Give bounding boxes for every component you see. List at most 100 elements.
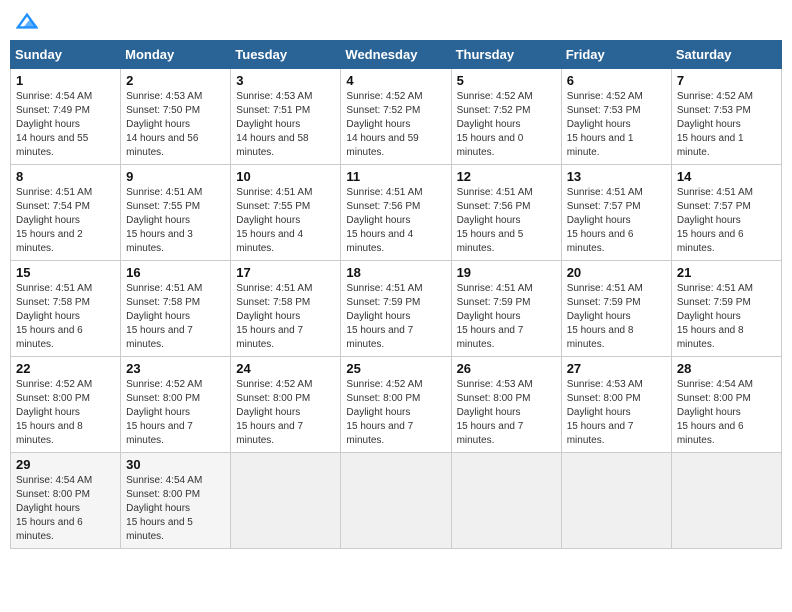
calendar-day-cell: 16 Sunrise: 4:51 AMSunset: 7:58 PMDaylig…	[121, 261, 231, 357]
page-header	[10, 10, 782, 32]
day-number: 8	[16, 169, 115, 184]
day-number: 7	[677, 73, 776, 88]
calendar-day-cell: 4 Sunrise: 4:52 AMSunset: 7:52 PMDayligh…	[341, 69, 451, 165]
day-info: Sunrise: 4:52 AMSunset: 7:53 PMDaylight …	[567, 91, 643, 158]
day-number: 24	[236, 361, 335, 376]
calendar-header-row: SundayMondayTuesdayWednesdayThursdayFrid…	[11, 41, 782, 69]
day-number: 21	[677, 265, 776, 280]
calendar-day-cell: 3 Sunrise: 4:53 AMSunset: 7:51 PMDayligh…	[231, 69, 341, 165]
day-info: Sunrise: 4:52 AMSunset: 8:00 PMDaylight …	[126, 379, 202, 446]
day-number: 29	[16, 457, 115, 472]
calendar-day-cell: 27 Sunrise: 4:53 AMSunset: 8:00 PMDaylig…	[561, 357, 671, 453]
day-number: 11	[346, 169, 445, 184]
day-number: 23	[126, 361, 225, 376]
day-info: Sunrise: 4:51 AMSunset: 7:55 PMDaylight …	[126, 187, 202, 254]
calendar-day-cell: 2 Sunrise: 4:53 AMSunset: 7:50 PMDayligh…	[121, 69, 231, 165]
day-number: 18	[346, 265, 445, 280]
calendar-day-cell: 12 Sunrise: 4:51 AMSunset: 7:56 PMDaylig…	[451, 165, 561, 261]
day-info: Sunrise: 4:54 AMSunset: 8:00 PMDaylight …	[126, 475, 202, 542]
day-info: Sunrise: 4:54 AMSunset: 7:49 PMDaylight …	[16, 91, 92, 158]
day-number: 2	[126, 73, 225, 88]
calendar-day-cell: 25 Sunrise: 4:52 AMSunset: 8:00 PMDaylig…	[341, 357, 451, 453]
calendar-day-cell: 30 Sunrise: 4:54 AMSunset: 8:00 PMDaylig…	[121, 453, 231, 549]
calendar-week-row: 29 Sunrise: 4:54 AMSunset: 8:00 PMDaylig…	[11, 453, 782, 549]
calendar-week-row: 8 Sunrise: 4:51 AMSunset: 7:54 PMDayligh…	[11, 165, 782, 261]
weekday-header-tuesday: Tuesday	[231, 41, 341, 69]
day-info: Sunrise: 4:51 AMSunset: 7:59 PMDaylight …	[346, 283, 422, 350]
day-info: Sunrise: 4:51 AMSunset: 7:58 PMDaylight …	[236, 283, 312, 350]
day-info: Sunrise: 4:52 AMSunset: 7:52 PMDaylight …	[457, 91, 533, 158]
calendar-day-cell	[231, 453, 341, 549]
calendar-day-cell: 22 Sunrise: 4:52 AMSunset: 8:00 PMDaylig…	[11, 357, 121, 453]
day-info: Sunrise: 4:53 AMSunset: 8:00 PMDaylight …	[457, 379, 533, 446]
calendar-day-cell: 14 Sunrise: 4:51 AMSunset: 7:57 PMDaylig…	[671, 165, 781, 261]
day-info: Sunrise: 4:52 AMSunset: 7:52 PMDaylight …	[346, 91, 422, 158]
calendar-week-row: 15 Sunrise: 4:51 AMSunset: 7:58 PMDaylig…	[11, 261, 782, 357]
weekday-header-wednesday: Wednesday	[341, 41, 451, 69]
calendar-day-cell: 23 Sunrise: 4:52 AMSunset: 8:00 PMDaylig…	[121, 357, 231, 453]
calendar-day-cell: 1 Sunrise: 4:54 AMSunset: 7:49 PMDayligh…	[11, 69, 121, 165]
day-number: 17	[236, 265, 335, 280]
day-number: 25	[346, 361, 445, 376]
calendar-day-cell	[561, 453, 671, 549]
calendar-day-cell: 20 Sunrise: 4:51 AMSunset: 7:59 PMDaylig…	[561, 261, 671, 357]
day-info: Sunrise: 4:52 AMSunset: 8:00 PMDaylight …	[346, 379, 422, 446]
calendar-day-cell: 13 Sunrise: 4:51 AMSunset: 7:57 PMDaylig…	[561, 165, 671, 261]
calendar-week-row: 22 Sunrise: 4:52 AMSunset: 8:00 PMDaylig…	[11, 357, 782, 453]
calendar-day-cell: 18 Sunrise: 4:51 AMSunset: 7:59 PMDaylig…	[341, 261, 451, 357]
calendar-day-cell: 19 Sunrise: 4:51 AMSunset: 7:59 PMDaylig…	[451, 261, 561, 357]
day-info: Sunrise: 4:53 AMSunset: 7:51 PMDaylight …	[236, 91, 312, 158]
day-info: Sunrise: 4:52 AMSunset: 8:00 PMDaylight …	[236, 379, 312, 446]
weekday-header-thursday: Thursday	[451, 41, 561, 69]
calendar-day-cell: 10 Sunrise: 4:51 AMSunset: 7:55 PMDaylig…	[231, 165, 341, 261]
calendar-day-cell	[671, 453, 781, 549]
day-number: 14	[677, 169, 776, 184]
day-info: Sunrise: 4:51 AMSunset: 7:56 PMDaylight …	[457, 187, 533, 254]
day-info: Sunrise: 4:53 AMSunset: 7:50 PMDaylight …	[126, 91, 202, 158]
calendar-day-cell: 11 Sunrise: 4:51 AMSunset: 7:56 PMDaylig…	[341, 165, 451, 261]
calendar-day-cell: 9 Sunrise: 4:51 AMSunset: 7:55 PMDayligh…	[121, 165, 231, 261]
day-info: Sunrise: 4:51 AMSunset: 7:57 PMDaylight …	[567, 187, 643, 254]
day-info: Sunrise: 4:52 AMSunset: 8:00 PMDaylight …	[16, 379, 92, 446]
day-info: Sunrise: 4:51 AMSunset: 7:55 PMDaylight …	[236, 187, 312, 254]
day-number: 20	[567, 265, 666, 280]
day-number: 12	[457, 169, 556, 184]
day-number: 5	[457, 73, 556, 88]
weekday-header-sunday: Sunday	[11, 41, 121, 69]
day-info: Sunrise: 4:54 AMSunset: 8:00 PMDaylight …	[16, 475, 92, 542]
day-number: 15	[16, 265, 115, 280]
day-number: 1	[16, 73, 115, 88]
day-info: Sunrise: 4:51 AMSunset: 7:59 PMDaylight …	[567, 283, 643, 350]
day-info: Sunrise: 4:51 AMSunset: 7:59 PMDaylight …	[457, 283, 533, 350]
calendar-day-cell: 24 Sunrise: 4:52 AMSunset: 8:00 PMDaylig…	[231, 357, 341, 453]
calendar-day-cell: 28 Sunrise: 4:54 AMSunset: 8:00 PMDaylig…	[671, 357, 781, 453]
calendar-day-cell: 7 Sunrise: 4:52 AMSunset: 7:53 PMDayligh…	[671, 69, 781, 165]
day-info: Sunrise: 4:51 AMSunset: 7:54 PMDaylight …	[16, 187, 92, 254]
day-number: 28	[677, 361, 776, 376]
day-number: 3	[236, 73, 335, 88]
day-number: 13	[567, 169, 666, 184]
day-info: Sunrise: 4:51 AMSunset: 7:59 PMDaylight …	[677, 283, 753, 350]
day-info: Sunrise: 4:53 AMSunset: 8:00 PMDaylight …	[567, 379, 643, 446]
weekday-header-friday: Friday	[561, 41, 671, 69]
day-number: 26	[457, 361, 556, 376]
day-info: Sunrise: 4:54 AMSunset: 8:00 PMDaylight …	[677, 379, 753, 446]
calendar-day-cell: 8 Sunrise: 4:51 AMSunset: 7:54 PMDayligh…	[11, 165, 121, 261]
calendar-day-cell	[341, 453, 451, 549]
calendar-day-cell: 21 Sunrise: 4:51 AMSunset: 7:59 PMDaylig…	[671, 261, 781, 357]
calendar-day-cell	[451, 453, 561, 549]
calendar-day-cell: 26 Sunrise: 4:53 AMSunset: 8:00 PMDaylig…	[451, 357, 561, 453]
day-info: Sunrise: 4:51 AMSunset: 7:57 PMDaylight …	[677, 187, 753, 254]
logo	[14, 10, 38, 32]
day-info: Sunrise: 4:51 AMSunset: 7:58 PMDaylight …	[126, 283, 202, 350]
day-number: 22	[16, 361, 115, 376]
weekday-header-monday: Monday	[121, 41, 231, 69]
day-number: 30	[126, 457, 225, 472]
calendar-week-row: 1 Sunrise: 4:54 AMSunset: 7:49 PMDayligh…	[11, 69, 782, 165]
day-number: 27	[567, 361, 666, 376]
calendar-day-cell: 6 Sunrise: 4:52 AMSunset: 7:53 PMDayligh…	[561, 69, 671, 165]
day-number: 10	[236, 169, 335, 184]
calendar-day-cell: 15 Sunrise: 4:51 AMSunset: 7:58 PMDaylig…	[11, 261, 121, 357]
day-info: Sunrise: 4:52 AMSunset: 7:53 PMDaylight …	[677, 91, 753, 158]
day-number: 9	[126, 169, 225, 184]
